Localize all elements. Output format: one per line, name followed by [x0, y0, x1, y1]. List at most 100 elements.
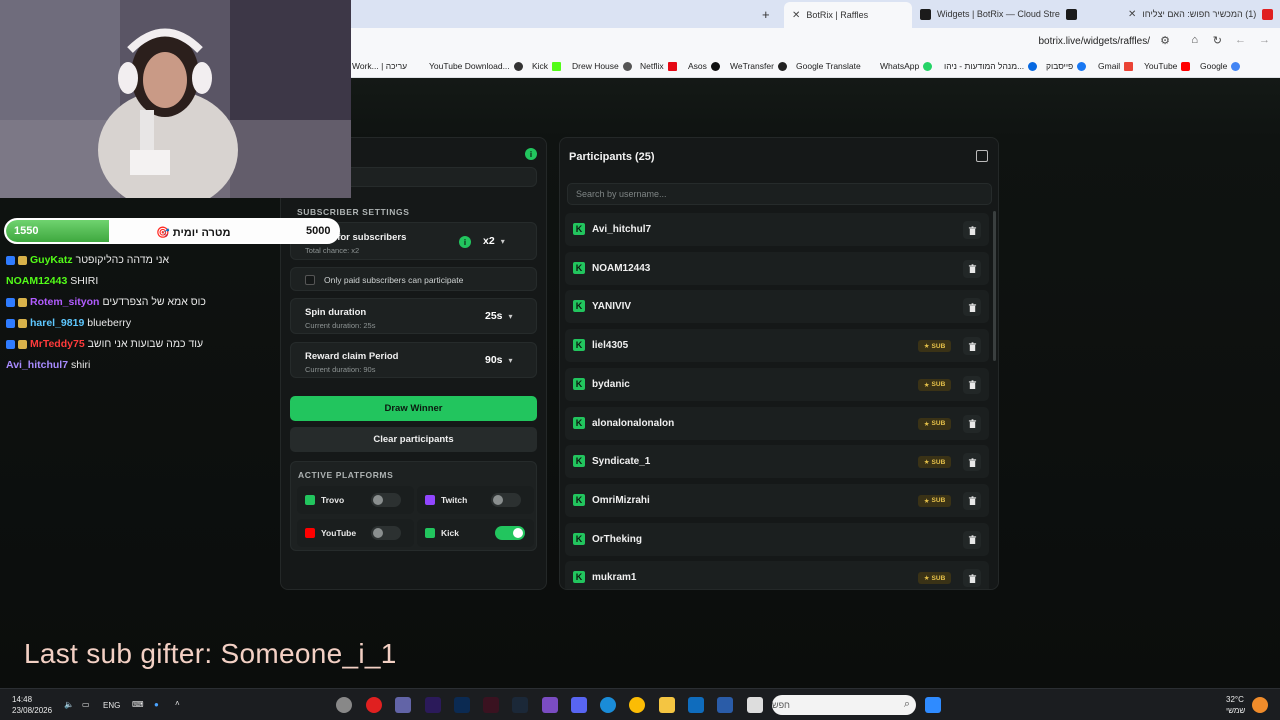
clock-date[interactable]: 23/08/2026	[12, 706, 52, 715]
delete-participant-button[interactable]	[963, 414, 981, 433]
new-tab-button[interactable]: +	[762, 4, 776, 24]
participants-search-input[interactable]	[567, 183, 992, 205]
bookmark-youtube-download[interactable]: YouTube Download...	[429, 61, 523, 71]
streamer-webcam-image	[0, 0, 351, 198]
participant-name: bydanic	[592, 378, 630, 390]
forward-icon[interactable]: →	[1259, 34, 1270, 46]
last-sub-gifter: Last sub gifter: Someone_i_1	[24, 638, 397, 669]
info-icon[interactable]: i	[525, 148, 537, 160]
chat-message: NOAM12443 SHIRI	[6, 275, 98, 287]
delete-participant-button[interactable]	[963, 375, 981, 394]
kick-toggle[interactable]	[495, 526, 525, 540]
microphone-icon[interactable]: ●	[154, 700, 159, 709]
gmail-icon	[1124, 61, 1134, 71]
bookmark-work[interactable]: Work... | עריכה	[352, 61, 407, 71]
delete-participant-button[interactable]	[963, 259, 981, 278]
delete-participant-button[interactable]	[963, 569, 981, 588]
delete-participant-button[interactable]	[963, 337, 981, 356]
weather-desc[interactable]: שמשי	[1226, 706, 1245, 715]
bookmark-netflix[interactable]: Netflix	[640, 61, 677, 71]
reload-icon[interactable]: ↻	[1213, 34, 1222, 47]
delete-participant-button[interactable]	[963, 221, 981, 239]
chat-text: אני מדהה כהליקופטר	[75, 254, 170, 266]
delete-participant-button[interactable]	[963, 491, 981, 510]
only-paid-row[interactable]: Only paid subscribers can participate	[290, 267, 537, 291]
bookmark-gmail[interactable]: Gmail	[1098, 61, 1134, 71]
trovo-toggle[interactable]	[371, 493, 401, 507]
steam-icon[interactable]	[512, 697, 528, 713]
url-field[interactable]: botrix.live/widgets/raffles/	[1038, 36, 1150, 47]
tab-youtube[interactable]: ✕ (1) המכשיר חפוש: האם יצליחו	[1128, 4, 1278, 24]
chevron-up-icon[interactable]: ˄	[175, 699, 180, 708]
spin-subtitle: Current duration: 25s	[305, 321, 376, 330]
language-indicator[interactable]: ENG	[103, 701, 120, 710]
close-icon[interactable]: ✕	[1128, 9, 1136, 20]
badge-icon	[18, 297, 27, 307]
bookmark-google[interactable]: Google	[1200, 61, 1241, 71]
search-icon: ⌕	[903, 698, 910, 710]
bookmark-meta-ads[interactable]: מנהל המודעות - ניהו...	[944, 61, 1038, 71]
chat-message: harel_9819 blueberry	[6, 317, 131, 329]
bookmark-facebook[interactable]: פייסבוק	[1046, 61, 1087, 71]
outlook-icon[interactable]	[688, 697, 704, 713]
edge-icon[interactable]	[600, 697, 616, 713]
bonus-select[interactable]: x2 ▾	[483, 235, 505, 247]
bookmark-wetransfer[interactable]: WeTransfer	[730, 61, 787, 71]
start-menu-icon[interactable]	[925, 697, 941, 713]
file-explorer-icon[interactable]	[659, 697, 675, 713]
spin-duration-select[interactable]: 25s ▾	[485, 310, 513, 322]
volume-icon[interactable]: 🔈	[64, 700, 74, 709]
taskbar-search-input[interactable]: חפש ⌕	[772, 695, 916, 715]
back-icon[interactable]: ←	[1235, 34, 1246, 46]
trash-icon	[968, 380, 977, 390]
youtube-toggle[interactable]	[371, 526, 401, 540]
bookmark-google-translate[interactable]: Google Translate	[796, 61, 861, 71]
clear-participants-button[interactable]: Clear participants	[290, 427, 537, 452]
network-icon[interactable]: ▭	[82, 700, 90, 709]
copy-icon[interactable]	[976, 150, 988, 162]
bookmark-asos[interactable]: Asos	[688, 61, 720, 71]
badge-icon	[18, 339, 27, 349]
home-icon[interactable]: ⌂	[1191, 34, 1198, 46]
notepad-icon[interactable]	[747, 697, 763, 713]
participant-row: Kalonalonalonalon ★ SUB	[565, 406, 989, 440]
bookmark-drew-house[interactable]: Drew House	[572, 61, 632, 71]
teams-icon[interactable]	[395, 697, 411, 713]
chrome-icon[interactable]	[629, 697, 645, 713]
close-icon[interactable]: ✕	[792, 10, 800, 21]
participants-scrollbar[interactable]	[993, 211, 996, 361]
bookmark-kick[interactable]: Kick	[532, 61, 562, 71]
bookmark-youtube[interactable]: YouTube	[1144, 61, 1191, 71]
weather-icon[interactable]	[1252, 697, 1268, 713]
clock-time[interactable]: 14:48	[12, 695, 32, 704]
delete-participant-button[interactable]	[963, 530, 981, 549]
youtube-icon	[1181, 61, 1191, 71]
vegas-icon[interactable]	[483, 697, 499, 713]
chat-message: GuyKatz אני מדהה כהליקופטר	[6, 254, 169, 266]
youtube-music-icon[interactable]	[366, 697, 382, 713]
keyboard-icon[interactable]: ⌨	[132, 700, 144, 709]
weather-temp[interactable]: 32°C	[1226, 695, 1244, 704]
delete-participant-button[interactable]	[963, 298, 981, 317]
app-icon[interactable]	[336, 697, 352, 713]
store-icon[interactable]	[717, 697, 733, 713]
bookmark-whatsapp[interactable]: WhatsApp	[880, 61, 933, 71]
trash-icon	[968, 264, 977, 274]
discord-icon[interactable]	[571, 697, 587, 713]
reward-claim-select[interactable]: 90s ▾	[485, 354, 513, 366]
draw-winner-button[interactable]: Draw Winner	[290, 396, 537, 421]
bonus-subtitle: Total chance: x2	[305, 246, 360, 255]
tab-widgets[interactable]: Widgets | BotRix — Cloud Stre	[920, 4, 1120, 24]
badge-icon	[18, 255, 27, 265]
kick-icon: K	[573, 223, 585, 235]
app-icon[interactable]	[542, 697, 558, 713]
only-paid-checkbox[interactable]	[305, 275, 315, 285]
premiere-icon[interactable]	[425, 697, 441, 713]
delete-participant-button[interactable]	[963, 453, 981, 472]
twitch-toggle[interactable]	[491, 493, 521, 507]
site-settings-icon[interactable]: ⚙	[1160, 34, 1170, 47]
info-icon[interactable]: i	[459, 236, 471, 248]
asos-icon	[710, 61, 720, 71]
tab-botrix-raffles[interactable]: ✕ BotRix | Raffles	[784, 2, 912, 28]
photoshop-icon[interactable]	[454, 697, 470, 713]
